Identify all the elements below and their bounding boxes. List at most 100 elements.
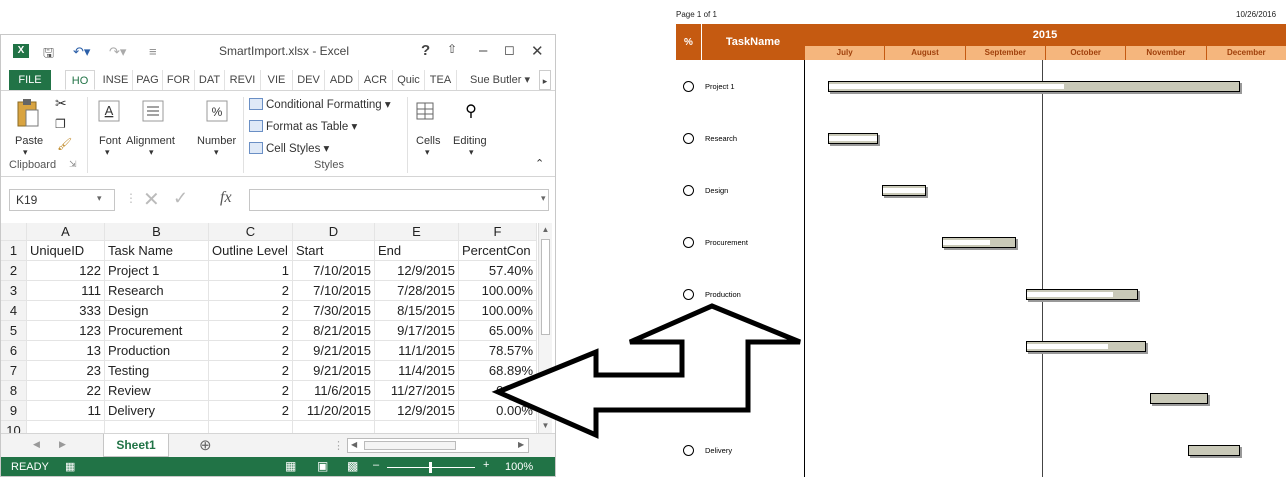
table-cell[interactable]: 11/4/2015 (375, 361, 459, 381)
editing-label[interactable]: Editing (453, 135, 487, 147)
table-cell[interactable]: 123 (27, 321, 105, 341)
table-cell[interactable]: 7/30/2015 (293, 301, 375, 321)
conditional-formatting-button[interactable]: Conditional Formatting ▾ (249, 97, 391, 111)
undo-icon[interactable]: ↶▾ (73, 44, 90, 60)
clipboard-launcher-icon[interactable]: ⇲ (69, 159, 77, 170)
tab-quick[interactable]: Quic (393, 70, 425, 90)
table-cell[interactable]: 78.57% (459, 341, 537, 361)
table-cell[interactable]: 7/10/2015 (293, 281, 375, 301)
tab-add-ins[interactable]: ADD (325, 70, 359, 90)
tab-review[interactable]: REVI (225, 70, 261, 90)
table-cell[interactable]: 0.00% (459, 381, 537, 401)
zoom-in-icon[interactable]: + (483, 459, 489, 471)
table-cell[interactable]: Task Name (105, 241, 209, 261)
column-header[interactable]: B (105, 223, 209, 241)
user-name[interactable]: Sue Butler ▾ (465, 70, 535, 90)
table-cell[interactable]: 7/10/2015 (293, 261, 375, 281)
column-header[interactable]: A (27, 223, 105, 241)
table-cell[interactable]: 8/15/2015 (375, 301, 459, 321)
row-header[interactable]: 6 (1, 341, 27, 361)
row-header[interactable]: 8 (1, 381, 27, 401)
paste-icon[interactable] (15, 97, 41, 129)
table-cell[interactable]: 57.40% (459, 261, 537, 281)
prev-sheet-icon[interactable]: ◀ (33, 439, 40, 450)
row-header[interactable]: 5 (1, 321, 27, 341)
macro-record-icon[interactable]: ▦ (65, 460, 75, 473)
font-label[interactable]: Font (99, 135, 121, 147)
tab-developer[interactable]: DEV (293, 70, 325, 90)
table-cell[interactable]: 2 (209, 361, 293, 381)
format-painter-icon[interactable]: 🖌 (57, 137, 72, 151)
tab-home[interactable]: HO (65, 70, 95, 90)
save-icon[interactable]: 🖫 (43, 44, 54, 66)
table-cell[interactable]: Research (105, 281, 209, 301)
table-cell[interactable]: 22 (27, 381, 105, 401)
close-icon[interactable]: ✕ (531, 42, 544, 60)
tab-data[interactable]: DAT (195, 70, 225, 90)
cells-dropdown-icon[interactable]: ▾ (425, 147, 430, 158)
table-cell[interactable]: Start (293, 241, 375, 261)
zoom-out-icon[interactable]: – (373, 459, 379, 471)
namebox-dropdown-icon[interactable]: ▾ (97, 193, 102, 204)
table-cell[interactable]: 12/9/2015 (375, 401, 459, 421)
new-sheet-icon[interactable]: ⊕ (199, 436, 212, 454)
table-cell[interactable]: 9/21/2015 (293, 361, 375, 381)
hscroll-thumb[interactable] (364, 441, 456, 450)
number-format-icon[interactable]: % (205, 99, 229, 123)
table-cell[interactable]: Outline Level (209, 241, 293, 261)
cells-icon[interactable] (413, 99, 437, 123)
table-cell[interactable]: Design (105, 301, 209, 321)
scroll-right-icon[interactable]: ▶ (518, 440, 524, 449)
row-header[interactable]: 3 (1, 281, 27, 301)
page-break-view-icon[interactable]: ▩ (347, 459, 358, 473)
table-cell[interactable]: 12/9/2015 (375, 261, 459, 281)
cell-styles-button[interactable]: Cell Styles ▾ (249, 141, 329, 155)
table-cell[interactable]: End (375, 241, 459, 261)
number-dropdown-icon[interactable]: ▾ (214, 147, 219, 158)
alignment-dropdown-icon[interactable]: ▾ (149, 147, 154, 158)
format-as-table-button[interactable]: Format as Table ▾ (249, 119, 357, 133)
confirm-entry-icon[interactable]: ✓ (173, 188, 188, 209)
table-cell[interactable]: 2 (209, 281, 293, 301)
row-header[interactable]: 2 (1, 261, 27, 281)
vertical-scrollbar[interactable]: ▲ ▼ (538, 223, 552, 435)
font-dropdown-icon[interactable]: ▾ (105, 147, 110, 158)
normal-view-icon[interactable]: ▦ (285, 459, 296, 473)
scroll-up-icon[interactable]: ▲ (539, 223, 552, 237)
row-header[interactable]: 9 (1, 401, 27, 421)
scroll-down-icon[interactable]: ▼ (539, 419, 552, 433)
table-cell[interactable]: 2 (209, 381, 293, 401)
zoom-slider-thumb[interactable] (429, 462, 432, 473)
number-label[interactable]: Number (197, 135, 236, 147)
scroll-thumb[interactable] (541, 239, 550, 335)
row-header[interactable]: 4 (1, 301, 27, 321)
scroll-tabs-right-icon[interactable]: ▸ (539, 70, 551, 90)
cancel-entry-icon[interactable]: ✕ (143, 187, 160, 212)
find-binoculars-icon[interactable]: ⚲ (459, 99, 483, 123)
tab-insert[interactable]: INSE (99, 70, 133, 90)
table-cell[interactable]: 122 (27, 261, 105, 281)
table-cell[interactable]: 11/27/2015 (375, 381, 459, 401)
sheet-tab-sheet1[interactable]: Sheet1 (103, 434, 169, 457)
table-cell[interactable]: PercentCon (459, 241, 537, 261)
table-cell[interactable]: 9/17/2015 (375, 321, 459, 341)
insert-function-icon[interactable]: fx (220, 189, 232, 207)
font-icon[interactable]: A (97, 99, 121, 123)
alignment-label[interactable]: Alignment (126, 135, 175, 147)
tab-formulas[interactable]: FOR (163, 70, 195, 90)
tab-view[interactable]: VIE (261, 70, 293, 90)
table-cell[interactable]: Production (105, 341, 209, 361)
table-cell[interactable]: 333 (27, 301, 105, 321)
expand-formula-bar-icon[interactable]: ▾ (541, 193, 546, 204)
table-cell[interactable]: 7/28/2015 (375, 281, 459, 301)
table-cell[interactable]: 9/21/2015 (293, 341, 375, 361)
table-cell[interactable]: 2 (209, 321, 293, 341)
table-cell[interactable]: 68.89% (459, 361, 537, 381)
cut-icon[interactable]: ✂ (55, 95, 67, 112)
table-cell[interactable]: 23 (27, 361, 105, 381)
page-layout-view-icon[interactable]: ▣ (317, 459, 328, 473)
table-cell[interactable]: 2 (209, 341, 293, 361)
formula-input[interactable] (249, 189, 549, 211)
minimize-icon[interactable]: – (479, 42, 487, 59)
table-cell[interactable]: 13 (27, 341, 105, 361)
